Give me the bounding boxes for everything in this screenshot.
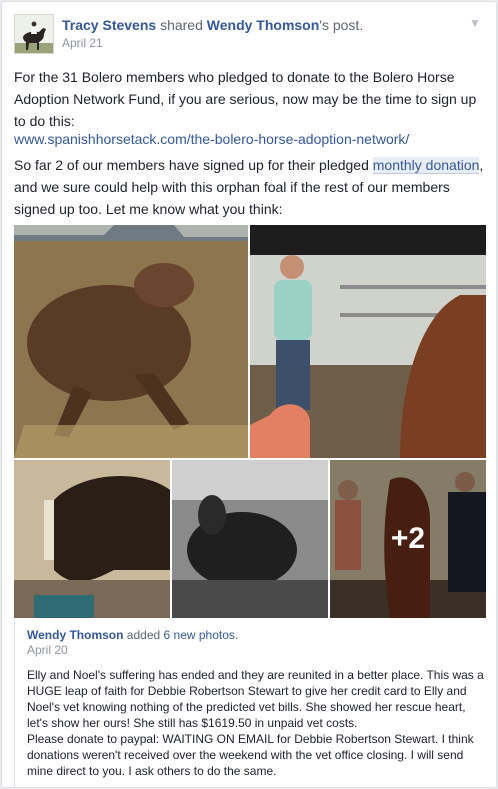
more-photos-overlay[interactable]: +2	[330, 460, 486, 618]
horse-rider-avatar-icon	[15, 15, 53, 53]
highlighted-monthly-donation[interactable]: monthly donation	[372, 157, 480, 174]
lying-horse-image	[14, 225, 248, 458]
horse-head-image	[14, 460, 170, 618]
photo-grid: +2	[14, 225, 486, 618]
original-author-link[interactable]: Wendy Thomson	[207, 17, 320, 33]
post-meta: Tracy Stevens shared Wendy Thomson's pos…	[62, 16, 363, 50]
photo-2[interactable]	[250, 225, 486, 458]
post-timestamp[interactable]: April 21	[62, 36, 363, 50]
post-header: Tracy Stevens shared Wendy Thomson's pos…	[14, 14, 484, 58]
shared-timestamp[interactable]: April 20	[27, 643, 68, 657]
vet-with-horse-image	[250, 225, 486, 458]
photo-3[interactable]	[14, 460, 170, 618]
photo-1[interactable]	[14, 225, 248, 458]
post-link[interactable]: www.spanishhorsetack.com/the-bolero-hors…	[14, 128, 484, 150]
author-link[interactable]: Tracy Stevens	[62, 17, 156, 33]
shared-author-link[interactable]: Wendy Thomson	[27, 628, 123, 642]
avatar[interactable]	[14, 14, 54, 54]
shared-body-line-2: Please donate to paypal: WAITING ON EMAI…	[27, 732, 474, 778]
feed-post-card: Tracy Stevens shared Wendy Thomson's pos…	[1, 1, 497, 788]
new-photos-link[interactable]: 6 new photos	[164, 628, 235, 642]
photo-5-more[interactable]: +2	[330, 460, 486, 618]
post-paragraph-1: For the 31 Bolero members who pledged to…	[14, 69, 477, 129]
shared-original-post: Wendy Thomson added 6 new photos. April …	[14, 622, 484, 787]
shared-action: added	[126, 628, 161, 642]
post-paragraph-2: So far 2 of our members have signed up f…	[14, 154, 484, 220]
chevron-down-icon[interactable]: ▼	[466, 14, 484, 32]
para2-text-start: So far 2 of our members have signed up f…	[14, 157, 373, 173]
shared-body: Elly and Noel's suffering has ended and …	[27, 667, 484, 779]
shared-byline: Wendy Thomson added 6 new photos.	[27, 627, 238, 643]
photo-4[interactable]	[172, 460, 328, 618]
post-possessive: 's post.	[319, 17, 364, 33]
post-byline: Tracy Stevens shared Wendy Thomson's pos…	[62, 16, 363, 34]
shared-body-line-1: Elly and Noel's suffering has ended and …	[27, 668, 484, 730]
share-action: shared	[160, 17, 203, 33]
horse-bw-image	[172, 460, 328, 618]
shared-period: .	[234, 628, 239, 642]
